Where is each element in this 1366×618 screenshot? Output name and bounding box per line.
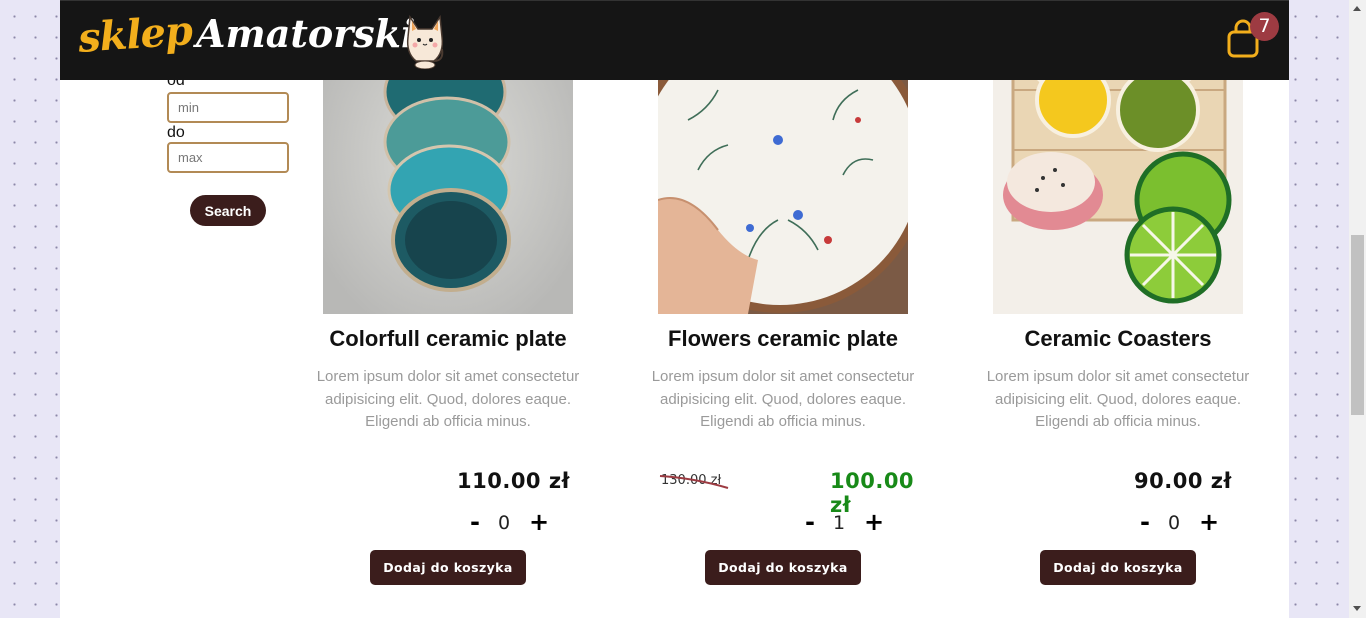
cart-count-badge: 7 bbox=[1250, 12, 1279, 41]
quantity-decrease-button[interactable]: - bbox=[805, 508, 815, 536]
strikethrough-mark bbox=[659, 475, 729, 489]
add-to-cart-button[interactable]: Dodaj do koszyka bbox=[1040, 550, 1196, 585]
quantity-increase-button[interactable]: + bbox=[864, 508, 884, 536]
price-min-input[interactable] bbox=[167, 92, 289, 123]
add-to-cart-button[interactable]: Dodaj do koszyka bbox=[370, 550, 526, 585]
quantity-decrease-button[interactable]: - bbox=[470, 508, 480, 536]
product-title: Ceramic Coasters bbox=[1024, 326, 1212, 351]
logo-text-amatorski[interactable]: Amatorski bbox=[196, 11, 415, 56]
price-max-input[interactable] bbox=[167, 142, 289, 173]
search-button[interactable]: Search bbox=[190, 195, 266, 226]
product-description: Lorem ipsum dolor sit amet consectetur a… bbox=[986, 368, 1250, 430]
product-price: 110.00 zł bbox=[457, 469, 570, 493]
quantity-decrease-button[interactable]: - bbox=[1140, 508, 1150, 536]
scroll-down-arrow-icon[interactable] bbox=[1353, 606, 1361, 611]
scrollbar-thumb[interactable] bbox=[1351, 235, 1364, 415]
site-header: sklep Amatorski 7 bbox=[60, 0, 1289, 80]
product-card: Ceramic Coasters Lorem ipsum dolor sit a… bbox=[963, 0, 1273, 618]
product-title: Colorfull ceramic plate bbox=[329, 326, 567, 351]
product-card: Colorfull ceramic plate Lorem ipsum dolo… bbox=[293, 0, 603, 618]
product-description: Lorem ipsum dolor sit amet consectetur a… bbox=[651, 368, 915, 430]
quantity-value: 0 bbox=[1168, 512, 1181, 534]
quantity-increase-button[interactable]: + bbox=[529, 508, 549, 536]
scroll-up-arrow-icon[interactable] bbox=[1353, 6, 1361, 11]
quantity-value: 0 bbox=[498, 512, 511, 534]
vertical-scrollbar[interactable] bbox=[1349, 0, 1366, 618]
cat-icon bbox=[406, 14, 444, 69]
product-title: Flowers ceramic plate bbox=[668, 326, 898, 351]
logo-text-sklep[interactable]: sklep bbox=[76, 7, 193, 62]
product-description: Lorem ipsum dolor sit amet consectetur a… bbox=[316, 368, 580, 430]
page-content: od do Search Colorfull ceramic plate Lor… bbox=[60, 0, 1289, 618]
product-card: Flowers ceramic plate Lorem ipsum dolor … bbox=[628, 0, 938, 618]
product-price: 90.00 zł bbox=[1134, 469, 1232, 493]
quantity-increase-button[interactable]: + bbox=[1199, 508, 1219, 536]
price-to-label: do bbox=[167, 124, 185, 141]
quantity-value: 1 bbox=[833, 512, 846, 534]
add-to-cart-button[interactable]: Dodaj do koszyka bbox=[705, 550, 861, 585]
